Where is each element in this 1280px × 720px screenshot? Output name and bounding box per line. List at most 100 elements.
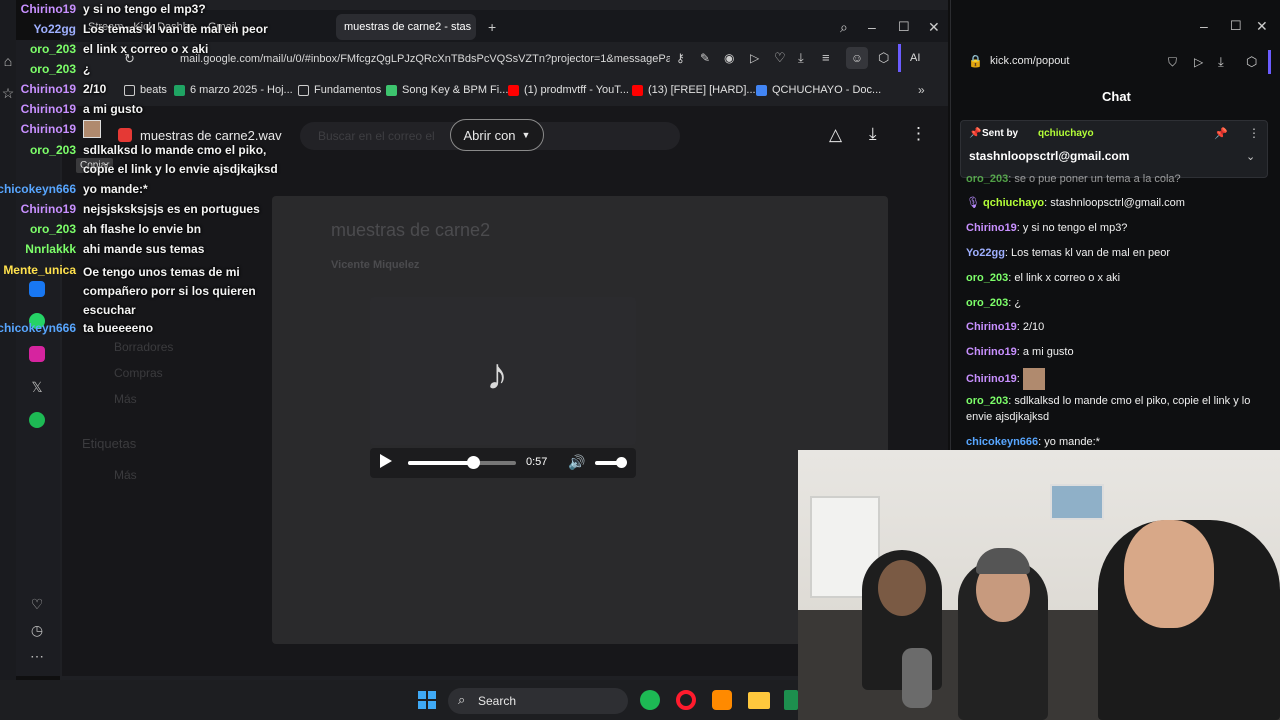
download-icon[interactable]: ⤓ xyxy=(798,50,804,66)
spotify-icon[interactable] xyxy=(22,407,52,433)
open-with-button[interactable]: Abrir con ▼ xyxy=(450,119,544,151)
menu-icon[interactable]: ≡ xyxy=(822,50,830,65)
extensions-icon[interactable]: ⬡ xyxy=(878,50,889,66)
bookmark-songkey[interactable]: Song Key & BPM Fi... xyxy=(386,84,508,96)
history-icon[interactable]: ◷ xyxy=(22,617,52,643)
maximize-button[interactable]: ☐ xyxy=(1230,18,1242,34)
chat-message: Chirino19: a mi gusto xyxy=(966,344,1256,360)
camera-icon[interactable]: ◉ xyxy=(724,51,734,65)
bookmark-youtube-2[interactable]: (13) [FREE] [HARD]... xyxy=(632,84,756,96)
chat-username[interactable]: oro_203 xyxy=(966,297,1008,309)
overlay-chat-username: Chirino19 xyxy=(20,122,76,136)
x-icon[interactable]: 𝕏 xyxy=(22,374,52,400)
overlay-chat-message: ahi mande sus temas xyxy=(83,242,205,256)
chat-message: Chirino19: y si no tengo el mp3? xyxy=(966,220,1256,236)
more-icon[interactable]: ⋯ xyxy=(22,643,52,669)
file-explorer-icon[interactable] xyxy=(748,692,770,709)
add-to-drive-icon[interactable]: △ xyxy=(829,125,842,145)
chat-username[interactable]: chicokeyn666 xyxy=(966,436,1038,448)
overlay-chat-username: chicokeyn666 xyxy=(0,182,76,196)
chat-username[interactable]: Chirino19 xyxy=(966,222,1017,234)
webcam-feed xyxy=(798,450,1280,720)
more-options-icon[interactable]: ⋮ xyxy=(910,124,927,144)
audio-progress-handle[interactable] xyxy=(466,456,480,469)
overlay-chat-row: oro_203 sdlkalksd lo mande cmo el piko, xyxy=(0,141,270,161)
overlay-chat-row: oro_203 el link x correo o x aki xyxy=(0,40,270,60)
key-icon[interactable]: ⚷ xyxy=(676,51,685,65)
overlay-chat-username: oro_203 xyxy=(29,42,76,56)
more-bookmarks-icon[interactable]: » xyxy=(918,83,925,97)
heart-icon[interactable]: ♡ xyxy=(774,50,786,66)
volume-handle[interactable] xyxy=(615,457,627,468)
download-icon[interactable]: ⤓ xyxy=(1218,54,1224,70)
volume-icon[interactable]: 🔊 xyxy=(568,454,585,471)
close-window-button[interactable]: ✕ xyxy=(920,14,948,40)
instagram-icon[interactable] xyxy=(22,341,52,367)
send-icon[interactable]: ▷ xyxy=(1194,55,1203,69)
pinned-text: stashnloopsctrl@gmail.com xyxy=(969,149,1130,163)
music-note-icon: ♪ xyxy=(486,350,508,399)
play-icon[interactable] xyxy=(380,454,392,468)
excel-taskbar-icon[interactable] xyxy=(784,690,798,710)
folder-icon xyxy=(298,84,309,96)
tab-active-attachment[interactable]: muestras de carne2 - stas xyxy=(336,14,476,40)
pinned-username[interactable]: qchiuchayo xyxy=(1038,128,1094,139)
opera-taskbar-icon[interactable] xyxy=(676,690,696,710)
bookmark-fundamentos[interactable]: Fundamentos xyxy=(298,84,381,96)
chat-text: yo mande:* xyxy=(1044,436,1100,448)
extensions-icon[interactable]: ⬡ xyxy=(1246,54,1257,70)
send-icon[interactable]: ▷ xyxy=(750,51,759,65)
chat-text: stashnloopsctrl@gmail.com xyxy=(1050,197,1185,209)
overlay-chat-row: chicokeyn666 yo mande:* xyxy=(0,180,270,200)
chat-message: Yo22gg: Los temas kl van de mal en peor xyxy=(966,245,1256,261)
search-tabs-icon[interactable]: ⌕ xyxy=(832,14,856,40)
face-right xyxy=(1124,520,1214,628)
profile-icon[interactable]: ☺ xyxy=(846,47,868,69)
taskbar-search[interactable]: Search xyxy=(448,688,628,714)
chat-url[interactable]: kick.com/popout xyxy=(990,55,1069,67)
overlay-chat-message: el link x correo o x aki xyxy=(83,42,209,56)
chat-username[interactable]: oro_203 xyxy=(966,173,1008,185)
bookmark-youtube-1[interactable]: (1) prodmvtff - YouT... xyxy=(508,84,629,96)
shield-icon[interactable]: ⛉ xyxy=(1168,55,1177,70)
overlay-chat-message: 2/10 xyxy=(83,82,107,96)
overlay-chat-row: Nnrlakkk ahi mande sus temas xyxy=(0,240,270,260)
nav-more-2: Más xyxy=(114,468,137,482)
chat-message: oro_203: sdlkalksd lo mande cmo el piko,… xyxy=(966,393,1256,425)
chat-username[interactable]: oro_203 xyxy=(966,272,1008,284)
maximize-button[interactable]: ☐ xyxy=(890,14,918,40)
audio-progress-bar[interactable] xyxy=(408,461,516,465)
spotify-taskbar-icon[interactable] xyxy=(640,690,660,710)
new-tab-button[interactable]: + xyxy=(480,14,504,40)
overlay-chat-row: Chirino19 a mi gusto xyxy=(0,100,270,120)
chat-username[interactable]: oro_203 xyxy=(966,395,1008,407)
windows-start-icon[interactable] xyxy=(418,691,436,709)
chat-username[interactable]: Yo22gg xyxy=(966,247,1005,259)
download-icon[interactable]: ⤓ xyxy=(869,124,877,144)
heart-icon[interactable]: ♡ xyxy=(22,591,52,617)
overlay-chat-message: yo mande:* xyxy=(83,182,148,196)
overlay-chat-username: Chirino19 xyxy=(20,2,76,16)
overlay-chat-message: sdlkalksd lo mande cmo el piko, xyxy=(83,143,267,157)
minimize-button[interactable]: – xyxy=(1200,18,1208,34)
overlay-chat-username: Chirino19 xyxy=(20,102,76,116)
close-window-button[interactable]: ✕ xyxy=(1256,18,1268,35)
overlay-chat-row: Chirino19 nejsjsksksjsjs es en portugues xyxy=(0,200,270,220)
microphone xyxy=(902,648,932,708)
ai-button[interactable]: AI xyxy=(910,52,920,64)
chevron-down-icon[interactable]: ⌄ xyxy=(1246,150,1255,163)
chat-username[interactable]: Chirino19 xyxy=(966,373,1017,385)
chat-title: Chat xyxy=(1102,89,1131,104)
pin-icon: 📌 xyxy=(969,128,982,139)
unpin-icon[interactable]: 📌 xyxy=(1214,127,1228,140)
fl-studio-taskbar-icon[interactable] xyxy=(712,690,732,710)
chat-message: chicokeyn666: yo mande:* xyxy=(966,434,1256,450)
edit-icon[interactable]: ✎ xyxy=(700,51,710,65)
bookmark-docs[interactable]: QCHUCHAYO - Doc... xyxy=(756,84,881,96)
minimize-button[interactable]: – xyxy=(860,14,884,40)
chat-username[interactable]: Chirino19 xyxy=(966,321,1017,333)
pinned-more-icon[interactable]: ⋮ xyxy=(1248,126,1260,140)
overlay-chat-message: ¿ xyxy=(83,62,91,76)
chat-username[interactable]: qchiuchayo xyxy=(983,197,1044,209)
chat-username[interactable]: Chirino19 xyxy=(966,346,1017,358)
